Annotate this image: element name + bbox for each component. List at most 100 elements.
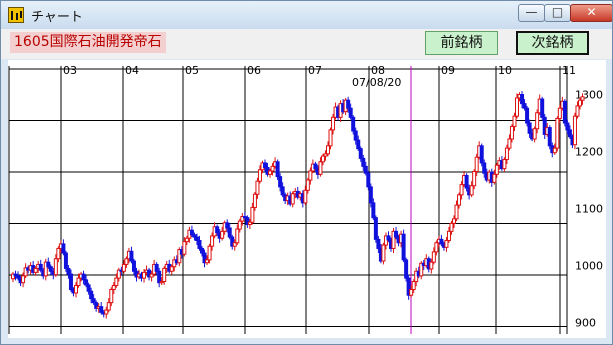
candle-body-down — [358, 148, 363, 159]
minimize-button[interactable]: — — [518, 4, 545, 22]
candle-body-down — [520, 94, 525, 105]
candle-body-down — [215, 226, 220, 234]
candle-body-up — [53, 258, 58, 276]
candle-body-up — [472, 170, 477, 187]
candle-body-down — [464, 174, 469, 189]
candle-body-down — [197, 239, 202, 249]
close-button[interactable]: ✕ — [570, 4, 612, 22]
candle-body-up — [74, 285, 78, 294]
candle-body-down — [99, 306, 104, 313]
candle-body-up — [207, 245, 212, 261]
candle-body-up — [220, 230, 225, 239]
candle-body-up — [557, 107, 562, 119]
candle-body-down — [200, 247, 204, 254]
candle-body-down — [371, 202, 376, 219]
candle-body-down — [63, 252, 68, 269]
candle-body-down — [373, 217, 378, 240]
candle-body-down — [89, 290, 94, 300]
candle-body-up — [452, 218, 456, 224]
candle-body-up — [431, 251, 436, 263]
candle-body-down — [280, 186, 285, 196]
candle-body-up — [121, 263, 126, 272]
candle-body-up — [444, 239, 449, 248]
candle-body-up — [474, 156, 479, 172]
candle-body-down — [225, 222, 230, 229]
y-tick-label: 1100 — [575, 203, 603, 216]
toolbar: 1605国際石油開発帝石 前銘柄 次銘柄 — [1, 29, 612, 59]
month-label-09: 09 — [441, 64, 455, 77]
candlestick-chart[interactable]: 03 04 05 06 07 08 09 10 11900100011001200130007/… — [8, 60, 606, 338]
candle-body-down — [356, 139, 361, 150]
candle-body-up — [552, 147, 557, 154]
month-label-05: 05 — [185, 64, 199, 77]
candle-body-up — [555, 117, 560, 149]
candle-body-down — [263, 162, 267, 168]
y-tick-label: 1000 — [575, 260, 603, 273]
candle-body-up — [580, 96, 585, 101]
candle-body-up — [114, 277, 119, 287]
candle-body-down — [525, 107, 530, 124]
candle-body-down — [479, 145, 484, 164]
candle-body-down — [81, 273, 86, 281]
cursor-date-label: 07/08/20 — [352, 76, 401, 89]
candle-body-down — [48, 266, 53, 272]
y-tick-label: 900 — [575, 317, 596, 330]
candle-body-down — [84, 279, 89, 286]
candle-body-up — [507, 138, 512, 149]
candle-body-down — [366, 172, 371, 188]
candle-body-up — [578, 99, 582, 107]
y-tick-label: 1200 — [575, 146, 603, 159]
candle-body-up — [56, 247, 61, 260]
candle-body-up — [509, 125, 514, 140]
candle-body-up — [169, 266, 174, 272]
candle-body-up — [504, 147, 509, 161]
candle-body-up — [104, 309, 109, 315]
candle-body-up — [162, 267, 167, 283]
candle-body-down — [482, 162, 487, 174]
candle-body-up — [235, 228, 240, 244]
candle-body-up — [494, 164, 499, 175]
candle-body-up — [142, 271, 147, 279]
candle-body-up — [449, 222, 454, 232]
candle-body-down — [439, 238, 444, 245]
next-stock-button[interactable]: 次銘柄 — [516, 31, 589, 55]
candle-body-down — [129, 250, 134, 262]
candle-body-up — [575, 105, 580, 117]
candle-body-up — [270, 165, 275, 172]
candle-body-down — [363, 165, 368, 174]
candle-body-down — [91, 298, 96, 304]
candle-body-up — [303, 189, 308, 204]
month-label-07: 07 — [308, 64, 322, 77]
candle-body-up — [305, 179, 310, 191]
chart-window: チャート — □ ✕ 1605国際石油開発帝石 前銘柄 次銘柄 03 04 05 06… — [0, 0, 613, 345]
candle-body-down — [361, 157, 366, 167]
prev-stock-button[interactable]: 前銘柄 — [425, 31, 498, 55]
candle-body-up — [409, 289, 414, 296]
month-label-03: 03 — [63, 64, 77, 77]
candle-body-down — [189, 229, 194, 236]
candle-body-up — [290, 193, 295, 205]
title-bar[interactable]: チャート — □ ✕ — [1, 1, 612, 29]
candle-body-down — [348, 107, 353, 118]
candle-body-up — [320, 155, 325, 163]
candle-body-up — [250, 206, 255, 223]
candle-body-up — [328, 129, 333, 147]
candle-body-up — [318, 161, 323, 175]
candle-body-down — [404, 259, 409, 279]
candle-body-down — [376, 238, 381, 249]
month-label-11: 11 — [562, 64, 576, 77]
y-tick-label: 1300 — [575, 89, 603, 102]
stock-name-label: 1605国際石油開発帝石 — [10, 32, 166, 53]
candle-body-up — [502, 159, 507, 170]
candle-body-up — [268, 170, 273, 175]
candle-body-up — [429, 261, 434, 270]
candle-body-up — [308, 170, 313, 181]
candle-body-up — [237, 220, 242, 230]
candle-body-up — [492, 173, 497, 183]
candle-body-down — [157, 270, 162, 284]
maximize-button[interactable]: □ — [544, 4, 571, 22]
candle-body-up — [331, 116, 336, 131]
candle-body-down — [66, 267, 71, 275]
candle-body-up — [184, 237, 189, 243]
price-chart[interactable]: 03 04 05 06 07 08 09 10 11 900 1000 1100 1200 1300 07/… — [8, 60, 606, 338]
